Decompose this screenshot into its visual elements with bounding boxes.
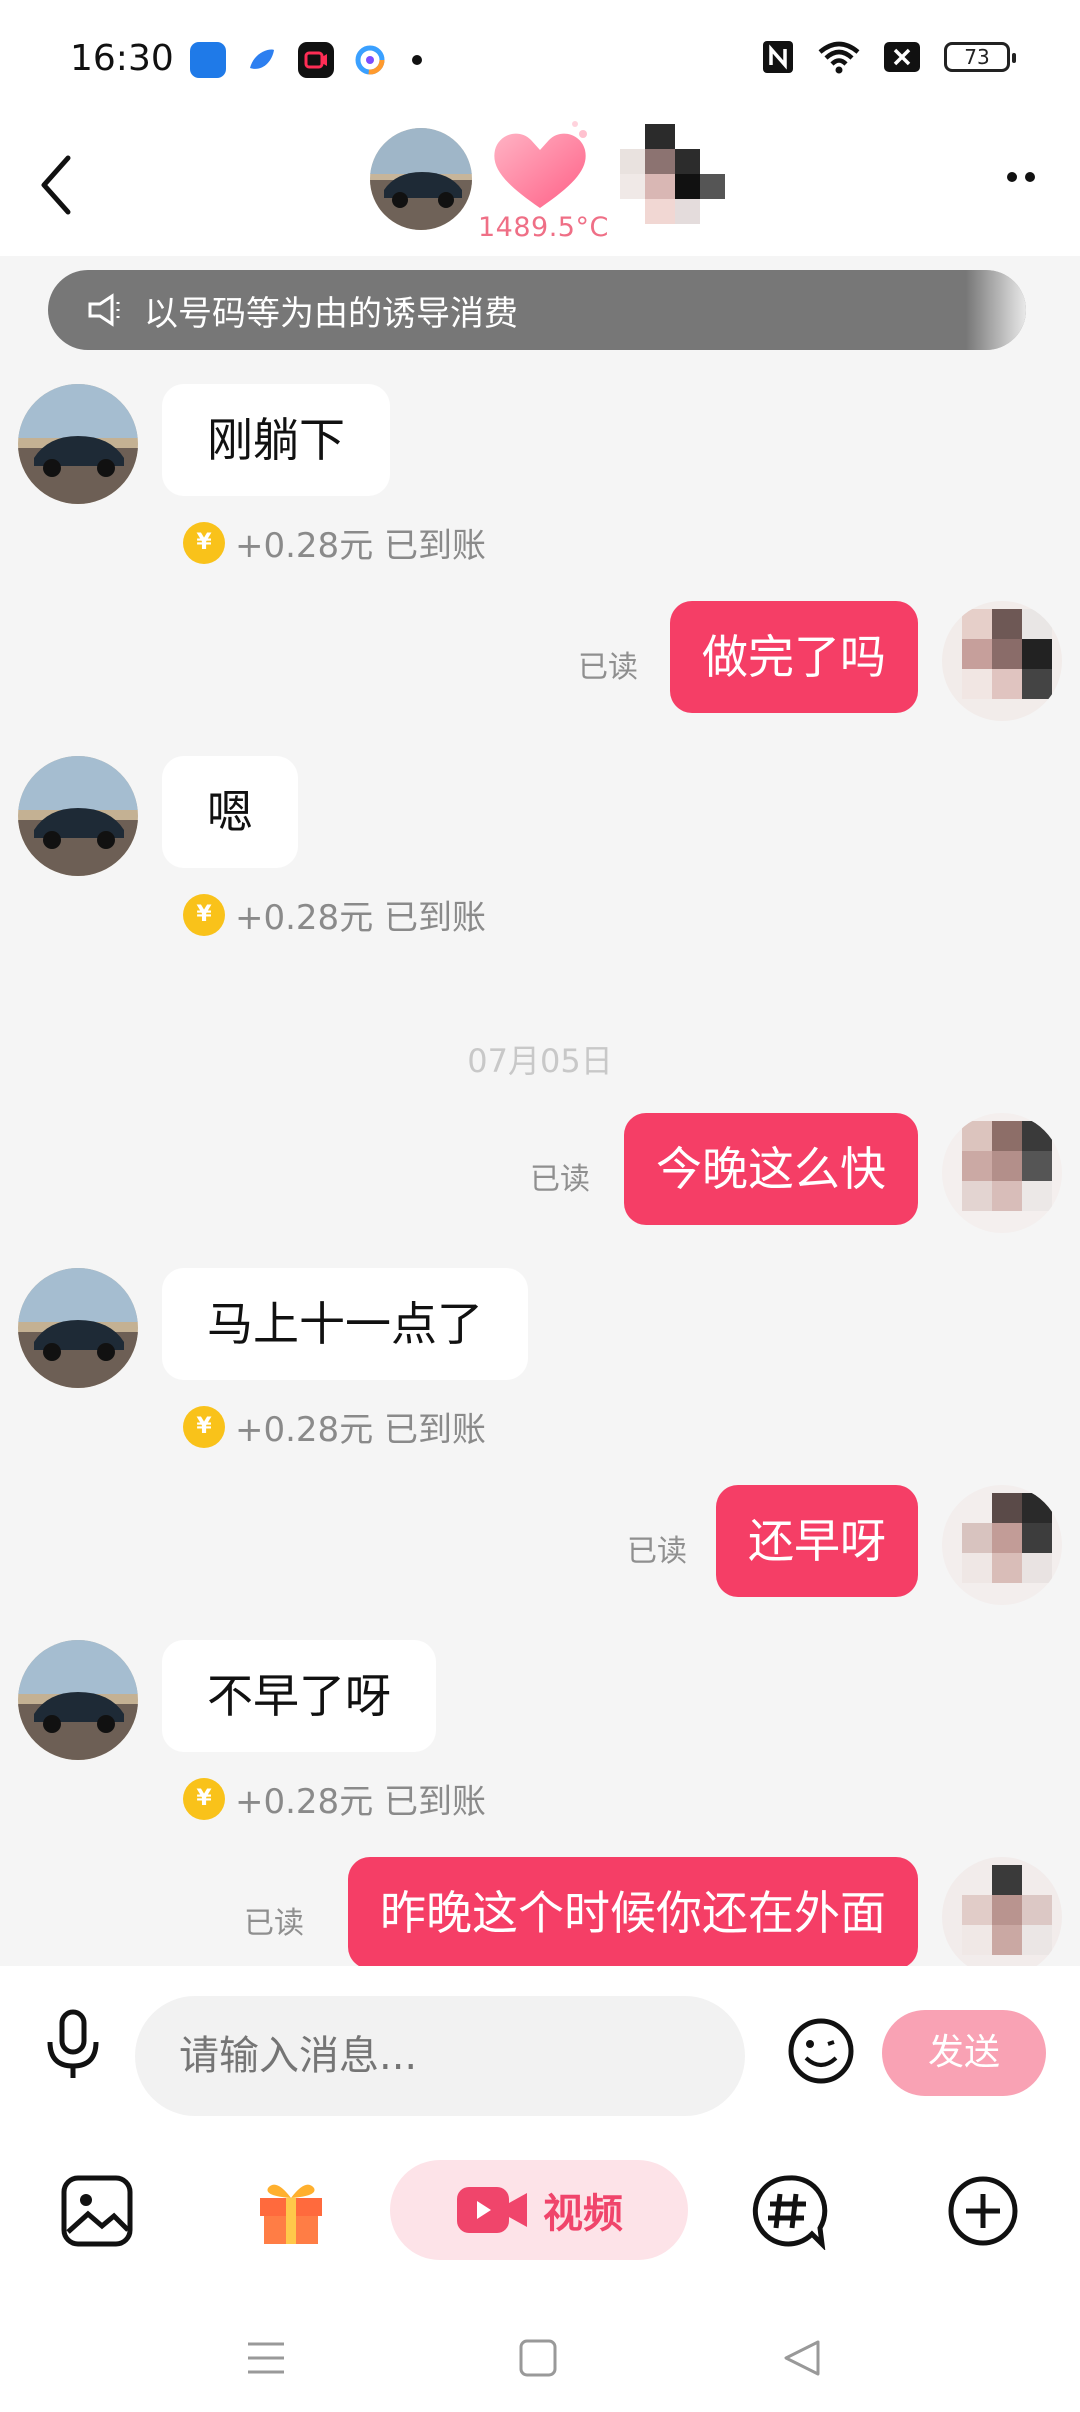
system-navigation-bar bbox=[0, 2312, 1080, 2412]
back-icon[interactable] bbox=[32, 150, 82, 220]
message-text: 做完了吗 bbox=[702, 630, 886, 684]
message-text: 今晚这么快 bbox=[656, 1142, 886, 1196]
outgoing-message[interactable]: 做完了吗 bbox=[670, 601, 918, 713]
notification-icons bbox=[190, 42, 422, 78]
contact-avatar[interactable] bbox=[18, 384, 138, 504]
status-time: 16:30 bbox=[70, 38, 174, 79]
back-nav-icon[interactable] bbox=[780, 2336, 824, 2380]
contact-avatar[interactable] bbox=[18, 756, 138, 876]
status-bar: 16:30 73 bbox=[0, 0, 1080, 120]
read-receipt: 已读 bbox=[244, 1906, 304, 1941]
more-options-icon[interactable] bbox=[1007, 172, 1035, 182]
contact-avatar[interactable] bbox=[370, 128, 472, 230]
incoming-message[interactable]: 嗯 bbox=[162, 756, 298, 868]
my-avatar-pixelated[interactable] bbox=[605, 124, 735, 239]
colorful-circle-app-icon bbox=[352, 42, 388, 78]
red-camera-app-icon bbox=[298, 42, 334, 78]
contact-avatar[interactable] bbox=[18, 1268, 138, 1388]
safety-notice-banner[interactable]: 以号码等为由的诱导消费 bbox=[48, 270, 1026, 350]
my-avatar[interactable] bbox=[942, 1485, 1062, 1605]
safety-notice-text: 以号码等为由的诱导消费 bbox=[144, 293, 518, 334]
message-input-bar: 发送 bbox=[0, 1966, 1080, 2116]
reward-received: ¥ +0.28元 已到账 bbox=[183, 1402, 486, 1451]
incoming-message[interactable]: 刚躺下 bbox=[162, 384, 390, 496]
coin-icon: ¥ bbox=[183, 1405, 225, 1448]
status-right: 73 bbox=[762, 40, 1016, 74]
date-separator: 07月05日 bbox=[467, 1042, 613, 1080]
outgoing-message[interactable]: 昨晚这个时候你还在外面 bbox=[348, 1857, 918, 1966]
wifi-icon bbox=[818, 41, 860, 74]
battery-icon: 73 bbox=[944, 42, 1016, 72]
my-avatar[interactable] bbox=[942, 1113, 1062, 1233]
read-receipt: 已读 bbox=[530, 1162, 590, 1197]
chat-header: 1489.5°C bbox=[0, 120, 1080, 256]
message-text: 嗯 bbox=[207, 785, 253, 839]
video-camera-icon bbox=[457, 2187, 527, 2233]
my-avatar[interactable] bbox=[942, 601, 1062, 721]
message-text: 还早呀 bbox=[748, 1514, 886, 1568]
message-text: 马上十一点了 bbox=[207, 1297, 483, 1351]
incoming-message[interactable]: 马上十一点了 bbox=[162, 1268, 528, 1380]
incoming-message[interactable]: 不早了呀 bbox=[162, 1640, 436, 1752]
video-call-label: 视频 bbox=[543, 2191, 623, 2237]
image-icon[interactable] bbox=[58, 2172, 136, 2250]
chat-tool-bar: 视频 bbox=[0, 2116, 1080, 2312]
heat-value: 1489.5°C bbox=[478, 212, 609, 243]
blue-bird-app-icon bbox=[244, 42, 280, 78]
car-home-app-icon bbox=[190, 42, 226, 78]
message-input[interactable] bbox=[135, 1996, 745, 2116]
more-notifications-dot bbox=[412, 55, 422, 65]
gift-icon[interactable] bbox=[252, 2170, 330, 2248]
outgoing-message[interactable]: 还早呀 bbox=[716, 1485, 918, 1597]
nfc-icon bbox=[763, 41, 793, 73]
add-more-icon[interactable] bbox=[944, 2172, 1022, 2250]
contact-avatar[interactable] bbox=[18, 1640, 138, 1760]
read-receipt: 已读 bbox=[578, 650, 638, 685]
message-text: 昨晚这个时候你还在外面 bbox=[380, 1886, 886, 1940]
reward-received: ¥ +0.28元 已到账 bbox=[183, 1774, 486, 1823]
video-call-button[interactable]: 视频 bbox=[390, 2160, 688, 2260]
topic-hashtag-icon[interactable] bbox=[750, 2172, 828, 2250]
coin-icon: ¥ bbox=[183, 521, 225, 564]
reward-received: ¥ +0.28元 已到账 bbox=[183, 890, 486, 939]
coin-icon: ¥ bbox=[183, 893, 225, 936]
outgoing-message[interactable]: 今晚这么快 bbox=[624, 1113, 918, 1225]
my-avatar[interactable] bbox=[942, 1857, 1062, 1966]
intimacy-heart-icon bbox=[494, 121, 587, 208]
emoji-icon[interactable] bbox=[786, 2016, 856, 2086]
microphone-icon[interactable] bbox=[38, 2006, 108, 2082]
menu-nav-icon[interactable] bbox=[244, 2336, 288, 2380]
read-receipt: 已读 bbox=[627, 1534, 687, 1569]
message-text: 不早了呀 bbox=[207, 1669, 391, 1723]
reward-received: ¥ +0.28元 已到账 bbox=[183, 518, 486, 567]
message-text: 刚躺下 bbox=[207, 413, 345, 467]
speaker-icon bbox=[88, 293, 120, 327]
signal-off-icon bbox=[884, 42, 920, 72]
coin-icon: ¥ bbox=[183, 1777, 225, 1820]
home-nav-icon[interactable] bbox=[516, 2336, 560, 2380]
chat-message-list[interactable]: 以号码等为由的诱导消费 刚躺下 ¥ +0.28元 已到账 已读 做完了吗 嗯 ¥ +… bbox=[0, 256, 1080, 1966]
send-button[interactable]: 发送 bbox=[882, 2010, 1046, 2096]
